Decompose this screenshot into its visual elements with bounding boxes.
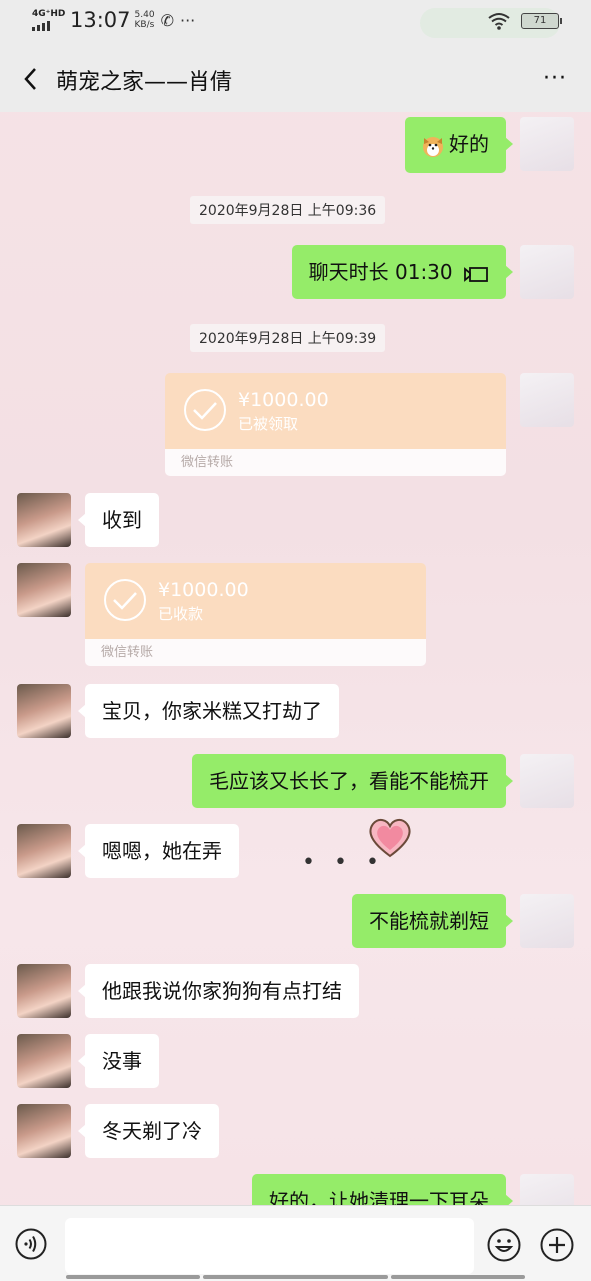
contact-avatar[interactable] — [17, 824, 71, 878]
transfer-footer: 微信转账 — [165, 449, 506, 476]
contact-avatar[interactable] — [17, 964, 71, 1018]
input-bar — [0, 1205, 591, 1281]
phone-icon: ✆ — [160, 10, 174, 30]
message-bubble[interactable]: 嗯嗯，她在弄 — [78, 824, 239, 878]
contact-avatar[interactable] — [17, 1034, 71, 1088]
message-bubble[interactable]: 他跟我说你家狗狗有点打结 — [78, 964, 359, 1018]
transfer-status: 已收款 — [158, 605, 204, 623]
voice-input-icon[interactable] — [15, 1228, 47, 1260]
contact-avatar[interactable] — [17, 684, 71, 738]
check-icon — [184, 389, 226, 431]
back-arrow-icon[interactable] — [18, 64, 48, 94]
message-bubble[interactable]: 聊天时长 01:30 — [291, 245, 514, 299]
message-bubble[interactable]: 冬天剃了冷 — [78, 1104, 219, 1158]
more-status-icon: ··· — [179, 10, 196, 30]
signal-icon — [32, 20, 62, 31]
chat-title: 萌宠之家——肖倩 — [56, 70, 233, 95]
message-bubble[interactable]: 收到 — [78, 493, 159, 547]
transfer-card[interactable]: ¥1000.00 已被领取 微信转账 — [165, 373, 506, 476]
timestamp: 2020年9月28日 上午09:36 — [190, 196, 386, 224]
message-bubble[interactable]: 毛应该又长长了，看能不能梳开 — [192, 754, 513, 808]
network-type: 4G⁺HD — [32, 8, 66, 19]
dog-emoji-icon — [420, 134, 446, 158]
transfer-amount: ¥1000.00 — [238, 389, 329, 411]
clock: 13:07 — [70, 8, 131, 32]
message-input[interactable] — [65, 1218, 474, 1274]
check-icon — [104, 579, 146, 621]
plus-icon[interactable] — [540, 1228, 574, 1262]
my-avatar[interactable] — [520, 894, 574, 948]
wifi-icon — [488, 13, 510, 30]
my-avatar[interactable] — [520, 373, 574, 427]
transfer-status: 已被领取 — [238, 415, 299, 433]
transfer-card[interactable]: ¥1000.00 已收款 微信转账 — [85, 563, 426, 666]
contact-avatar[interactable] — [17, 493, 71, 547]
more-options-icon[interactable]: ··· — [543, 66, 567, 91]
contact-avatar[interactable] — [17, 1104, 71, 1158]
message-bubble[interactable]: 不能梳就剃短 — [352, 894, 513, 948]
my-avatar[interactable] — [520, 754, 574, 808]
network-speed: 5.40 KB/s — [134, 10, 155, 30]
chat-header: 萌宠之家——肖倩 ··· — [0, 46, 591, 112]
my-avatar[interactable] — [520, 117, 574, 171]
heart-icon — [369, 818, 411, 858]
message-bubble[interactable]: 没事 — [78, 1034, 159, 1088]
nav-indicators — [0, 1275, 591, 1280]
transfer-footer: 微信转账 — [85, 639, 426, 666]
my-avatar[interactable] — [520, 245, 574, 299]
message-bubble[interactable]: 好的 — [405, 117, 513, 173]
status-bar: 4G⁺HD 13:07 5.40 KB/s ✆ ··· 71 — [0, 0, 591, 46]
message-bubble[interactable]: 宝贝，你家米糕又打劫了 — [78, 684, 339, 738]
emoji-icon[interactable] — [487, 1228, 521, 1262]
contact-avatar[interactable] — [17, 563, 71, 617]
battery-icon: 71 — [521, 13, 562, 29]
transfer-amount: ¥1000.00 — [158, 579, 249, 601]
timestamp: 2020年9月28日 上午09:39 — [190, 324, 386, 352]
video-call-icon — [464, 266, 488, 282]
